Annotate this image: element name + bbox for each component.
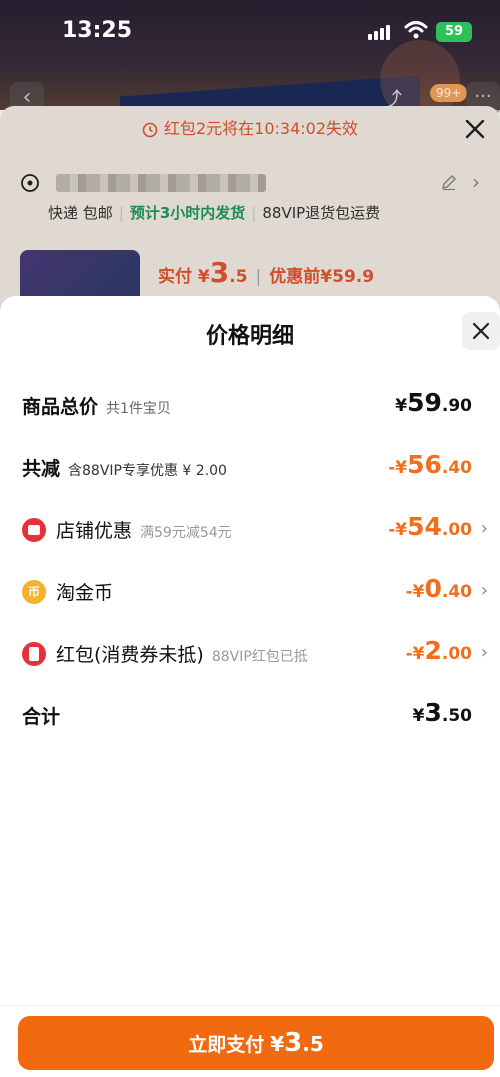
store-icon bbox=[22, 518, 46, 542]
chevron-right-icon: › bbox=[472, 170, 480, 194]
more-icon: ··· bbox=[474, 86, 492, 107]
row-amount: -¥54.00 bbox=[388, 512, 472, 541]
chevron-right-icon: › bbox=[480, 518, 488, 539]
coupon-timer-text: 红包2元将在10:34:02失效 bbox=[163, 119, 359, 138]
row-label-text: 合计 bbox=[22, 706, 61, 728]
order-confirm-sheet: 红包2元将在10:34:02失效 › 快递 包邮 | 预计3小时内发货 | 88VIP退… bbox=[0, 106, 500, 320]
price-row-taojinbi[interactable]: 币 淘金币 -¥0.40 › bbox=[0, 572, 500, 612]
paid-label: 实付 bbox=[158, 267, 192, 287]
amount-currency: -¥ bbox=[405, 582, 425, 602]
coupon-timer: 红包2元将在10:34:02失效 bbox=[0, 106, 500, 152]
row-amount: -¥56.40 bbox=[388, 450, 472, 479]
chevron-right-icon: › bbox=[480, 642, 488, 663]
row-sub: 满59元减54元 bbox=[140, 525, 232, 541]
shipping-info: 快递 包邮 | 预计3小时内发货 | 88VIP退货包运费 bbox=[48, 204, 381, 222]
chevron-right-icon: › bbox=[480, 580, 488, 601]
amount-int: 2 bbox=[424, 636, 442, 665]
row-label: 商品总价 共1件宝贝 bbox=[22, 392, 171, 419]
shipping-method: 快递 包邮 bbox=[48, 204, 113, 222]
amount-currency: ¥ bbox=[395, 396, 408, 416]
battery-icon: 59 bbox=[436, 22, 472, 42]
pay-button-int: 3 bbox=[284, 1028, 303, 1058]
clock-icon bbox=[142, 122, 158, 137]
price-row-subtotal: 商品总价 共1件宝贝 ¥59.90 bbox=[0, 386, 500, 426]
price-row-store-discount[interactable]: 店铺优惠 满59元减54元 -¥54.00 › bbox=[0, 510, 500, 550]
close-button[interactable] bbox=[462, 312, 500, 350]
amount-dec: .00 bbox=[441, 520, 472, 540]
row-label-text: 商品总价 bbox=[22, 396, 99, 418]
row-amount: ¥3.50 bbox=[413, 698, 472, 727]
vip-return-shipping: 88VIP退货包运费 bbox=[262, 204, 381, 222]
pay-button-dec: .5 bbox=[302, 1032, 324, 1056]
price-row-total: 合计 ¥3.50 bbox=[0, 696, 500, 736]
row-label-text: 店铺优惠 bbox=[56, 520, 133, 542]
amount-currency: ¥ bbox=[412, 706, 425, 726]
row-amount: -¥2.00 bbox=[406, 636, 472, 665]
edit-icon[interactable] bbox=[440, 173, 458, 191]
amount-int: 0 bbox=[424, 574, 442, 603]
amount-dec: .50 bbox=[441, 706, 472, 726]
row-label: 红包(消费券未抵) 88VIP红包已抵 bbox=[56, 640, 308, 667]
price-row-red-packet[interactable]: 红包(消费券未抵) 88VIP红包已抵 -¥2.00 › bbox=[0, 634, 500, 674]
address-redacted bbox=[56, 174, 266, 192]
order-price: 实付 ¥3.5 | 优惠前¥59.9 bbox=[158, 256, 375, 289]
battery-level: 59 bbox=[444, 24, 464, 39]
status-time: 13:25 bbox=[62, 18, 133, 43]
pay-button-label: 立即支付 bbox=[188, 1034, 265, 1056]
row-amount: -¥0.40 bbox=[406, 574, 472, 603]
row-label: 店铺优惠 满59元减54元 bbox=[56, 516, 232, 543]
row-amount: ¥59.90 bbox=[395, 388, 472, 417]
amount-int: 3 bbox=[424, 698, 442, 727]
amount-int: 59 bbox=[407, 388, 442, 417]
amount-int: 54 bbox=[407, 512, 442, 541]
coin-icon: 币 bbox=[22, 580, 46, 604]
row-sub: 共1件宝贝 bbox=[106, 401, 171, 417]
row-label: 淘金币 bbox=[56, 578, 113, 605]
paid-currency: ¥ bbox=[197, 267, 210, 287]
amount-dec: .90 bbox=[441, 396, 472, 416]
amount-currency: -¥ bbox=[388, 520, 408, 540]
amount-dec: .40 bbox=[441, 458, 472, 478]
close-icon[interactable] bbox=[462, 116, 488, 142]
signal-icon bbox=[368, 24, 396, 40]
paid-int: 3 bbox=[209, 256, 230, 289]
footer-divider bbox=[0, 1005, 500, 1006]
cart-count-badge: 99+ bbox=[430, 84, 468, 102]
amount-int: 56 bbox=[407, 450, 442, 479]
amount-currency: -¥ bbox=[388, 458, 408, 478]
pay-now-button[interactable]: 立即支付 ¥3.5 bbox=[18, 1016, 494, 1070]
address-row[interactable]: › bbox=[20, 170, 490, 196]
sheet-title: 价格明细 bbox=[205, 324, 294, 349]
status-bar: 13:25 59 bbox=[0, 0, 500, 60]
location-pin-icon bbox=[21, 174, 39, 192]
red-packet-icon bbox=[22, 642, 46, 666]
amount-currency: -¥ bbox=[405, 644, 425, 664]
row-label-text: 红包(消费券未抵) bbox=[56, 644, 204, 666]
row-label: 合计 bbox=[22, 702, 60, 729]
paid-dec: .5 bbox=[229, 267, 248, 287]
price-detail-sheet: 价格明细 商品总价 共1件宝贝 ¥59.90 共减 含88VIP专享优惠 ¥ 2.0… bbox=[0, 296, 500, 1077]
amount-dec: .00 bbox=[441, 644, 472, 664]
amount-dec: .40 bbox=[441, 582, 472, 602]
before-discount-value: ¥59.9 bbox=[320, 267, 375, 287]
row-label-text: 共减 bbox=[22, 458, 61, 480]
row-sub: 含88VIP专享优惠 ¥ 2.00 bbox=[68, 463, 227, 479]
close-icon bbox=[472, 322, 490, 340]
row-sub: 88VIP红包已抵 bbox=[211, 649, 308, 665]
pay-button-currency: ¥ bbox=[270, 1032, 285, 1056]
wifi-icon bbox=[404, 21, 428, 39]
row-label: 共减 含88VIP专享优惠 ¥ 2.00 bbox=[22, 454, 227, 481]
before-discount-label: 优惠前 bbox=[269, 267, 321, 287]
shipping-eta: 预计3小时内发货 bbox=[129, 204, 246, 222]
row-label-text: 淘金币 bbox=[56, 582, 114, 604]
price-row-total-discount: 共减 含88VIP专享优惠 ¥ 2.00 -¥56.40 bbox=[0, 448, 500, 488]
